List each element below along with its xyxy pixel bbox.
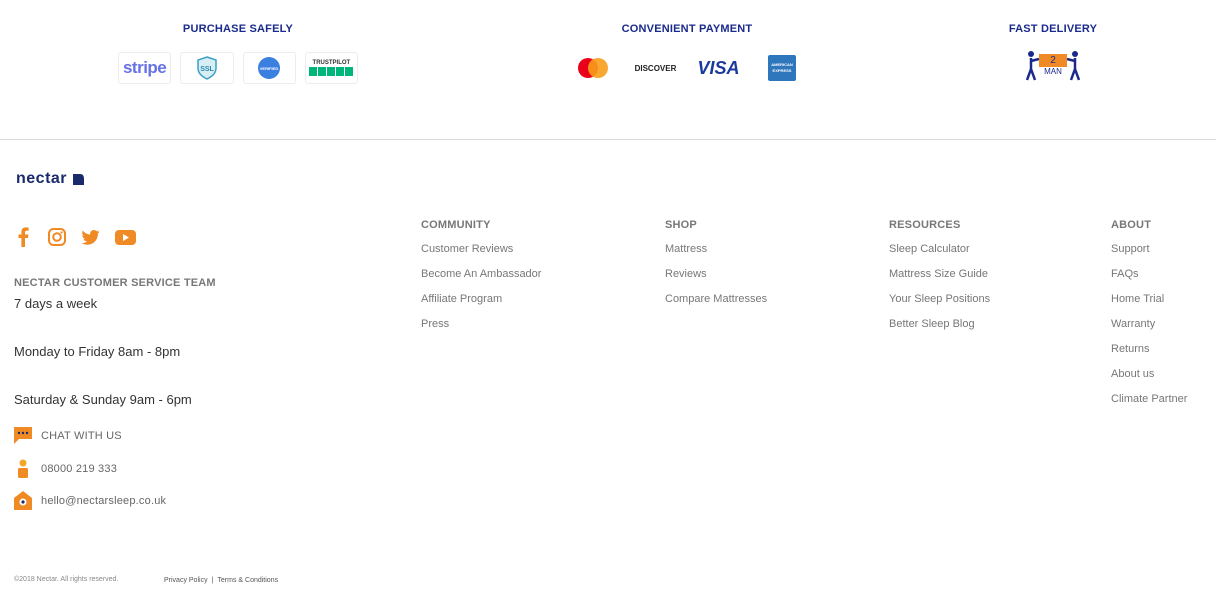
column-title: COMMUNITY <box>421 219 491 231</box>
fast-delivery-title: FAST DELIVERY <box>1008 23 1098 35</box>
footer-link[interactable]: About us <box>1111 368 1187 393</box>
email-icon <box>14 491 32 510</box>
footer-column-shop: SHOP Mattress Reviews Compare Mattresses <box>665 219 767 318</box>
ssl-shield-icon: SSL <box>197 56 217 80</box>
visa-badge: VISA <box>691 52 746 84</box>
legal-links: Privacy Policy | Terms & Conditions <box>164 577 278 584</box>
footer-link[interactable]: Customer Reviews <box>421 243 541 268</box>
footer-link[interactable]: Affiliate Program <box>421 293 541 318</box>
ssl-badge: SSL <box>180 52 234 84</box>
column-title: RESOURCES <box>889 219 961 231</box>
discover-badge: DISCOVER <box>628 52 683 84</box>
footer-link[interactable]: Better Sleep Blog <box>889 318 990 343</box>
footer-link[interactable]: Sleep Calculator <box>889 243 990 268</box>
trustpilot-label: TRUSTPILOT <box>312 60 351 66</box>
footer-column-about: ABOUT Support FAQs Home Trial Warranty R… <box>1111 219 1187 418</box>
footer-column-community: COMMUNITY Customer Reviews Become An Amb… <box>421 219 541 343</box>
amex-icon: AMERICAN EXPRESS <box>767 55 796 81</box>
facebook-icon[interactable] <box>12 227 34 247</box>
svg-text:EXPRESS: EXPRESS <box>772 68 791 73</box>
discover-logo: DISCOVER <box>634 63 677 73</box>
youtube-icon[interactable] <box>114 227 136 247</box>
footer-link[interactable]: Climate Partner <box>1111 393 1187 418</box>
customer-service-block: NECTAR CUSTOMER SERVICE TEAM 7 days a we… <box>14 277 216 407</box>
phone-icon <box>18 459 28 478</box>
email-link[interactable]: hello@nectarsleep.co.uk <box>14 491 166 510</box>
footer-link[interactable]: Compare Mattresses <box>665 293 767 318</box>
footer-logo[interactable]: nectar <box>16 170 85 188</box>
two-man-delivery-icon: 2 MAN <box>1025 51 1081 81</box>
chat-with-us-link[interactable]: CHAT WITH US <box>14 427 122 444</box>
cs-hours-line: Monday to Friday 8am - 8pm <box>14 344 181 359</box>
column-title: SHOP <box>665 219 697 231</box>
footer-link[interactable]: Returns <box>1111 343 1187 368</box>
instagram-icon[interactable] <box>46 227 68 247</box>
chat-with-us-label: CHAT WITH US <box>41 429 122 442</box>
purchase-safely-group: PURCHASE SAFELY stripe SSL VERIFIED TRUS… <box>118 23 358 84</box>
visa-logo: VISA <box>697 57 740 78</box>
nectar-logo-mark-icon <box>73 173 85 185</box>
brand-name: nectar <box>16 170 68 187</box>
footer-link[interactable]: Mattress <box>665 243 767 268</box>
privacy-policy-link[interactable]: Privacy Policy <box>164 577 208 584</box>
svg-text:AMERICAN: AMERICAN <box>771 62 793 67</box>
social-links <box>12 227 136 247</box>
phone-link[interactable]: 08000 219 333 <box>14 459 117 478</box>
twitter-icon[interactable] <box>80 227 102 247</box>
trust-strip: PURCHASE SAFELY stripe SSL VERIFIED TRUS… <box>0 0 1216 140</box>
cs-hours-line: Saturday & Sunday 9am - 6pm <box>14 392 192 407</box>
fast-delivery-group: FAST DELIVERY 2 MAN <box>990 23 1116 82</box>
terms-link[interactable]: Terms & Conditions <box>217 577 278 584</box>
footer-link[interactable]: Warranty <box>1111 318 1187 343</box>
verified-icon: VERIFIED <box>258 57 281 79</box>
phone-number: 08000 219 333 <box>41 462 118 475</box>
verified-badge: VERIFIED <box>242 52 296 84</box>
footer-link[interactable]: Support <box>1111 243 1187 268</box>
footer-link[interactable]: FAQs <box>1111 268 1187 293</box>
convenient-payment-title: CONVENIENT PAYMENT <box>621 23 753 35</box>
footer-link[interactable]: Become An Ambassador <box>421 268 541 293</box>
copyright-text: ©2018 Nectar. All rights reserved. <box>14 576 119 583</box>
footer-link[interactable]: Mattress Size Guide <box>889 268 990 293</box>
footer-link[interactable]: Home Trial <box>1111 293 1187 318</box>
stripe-badge: stripe <box>118 52 172 84</box>
customer-service-title: NECTAR CUSTOMER SERVICE TEAM <box>14 277 216 289</box>
stripe-logo: stripe <box>122 58 167 77</box>
svg-text:VERIFIED: VERIFIED <box>260 66 279 71</box>
footer-link[interactable]: Press <box>421 318 541 343</box>
chat-icon <box>14 427 32 444</box>
mastercard-icon <box>577 58 608 78</box>
convenient-payment-group: CONVENIENT PAYMENT DISCOVER VISA AMERICA… <box>565 23 809 84</box>
trustpilot-badge: TRUSTPILOT <box>304 52 358 84</box>
footer-column-resources: RESOURCES Sleep Calculator Mattress Size… <box>889 219 990 343</box>
svg-text:MAN: MAN <box>1044 67 1062 76</box>
svg-text:SSL: SSL <box>200 66 214 73</box>
legal-separator: | <box>211 577 214 584</box>
column-title: ABOUT <box>1111 219 1152 231</box>
purchase-safely-title: PURCHASE SAFELY <box>182 23 294 35</box>
email-address: hello@nectarsleep.co.uk <box>41 494 167 507</box>
footer-link[interactable]: Your Sleep Positions <box>889 293 990 318</box>
trustpilot-stars-icon <box>309 67 354 76</box>
cs-hours-line: 7 days a week <box>14 296 98 311</box>
svg-text:2: 2 <box>1050 55 1056 66</box>
amex-badge: AMERICAN EXPRESS <box>754 52 809 84</box>
footer-link[interactable]: Reviews <box>665 268 767 293</box>
mastercard-badge <box>565 52 620 84</box>
